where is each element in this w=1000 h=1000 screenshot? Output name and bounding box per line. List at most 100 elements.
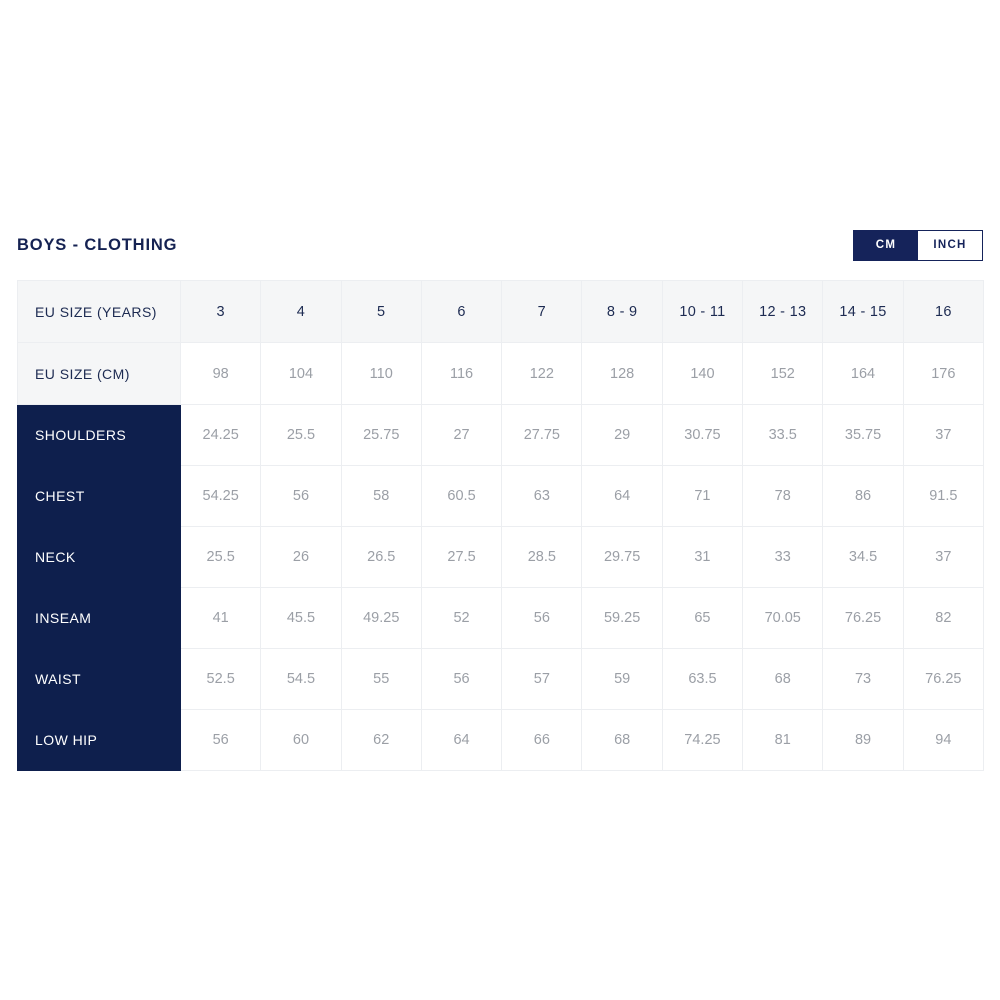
table-cell: 60.5	[420, 465, 503, 527]
table-cell: 94	[902, 709, 984, 771]
table-row: CHEST 54.25 56 58 60.5 63 64 71 78 86 91…	[17, 465, 984, 527]
table-cell: 25.75	[340, 404, 422, 466]
table-cell: 98	[179, 342, 262, 405]
row-label-neck: NECK	[17, 526, 181, 588]
table-cell: 62	[340, 709, 422, 771]
table-cell: 24.25	[179, 404, 262, 466]
table-cell: 57	[501, 648, 583, 710]
table-cell: 82	[902, 587, 984, 649]
table-row: LOW HIP 56 60 62 64 66 68 74.25 81 89 94	[17, 709, 984, 771]
table-cell: 41	[179, 587, 262, 649]
table-cell: 30.75	[661, 404, 744, 466]
table-cell: 128	[581, 342, 663, 405]
table-cell: 65	[661, 587, 744, 649]
table-cell: 66	[501, 709, 583, 771]
row-label-eu-size-years: EU SIZE (YEARS)	[17, 280, 181, 343]
table-cell: 176	[902, 342, 984, 405]
table-cell: 116	[420, 342, 503, 405]
table-cell: 33	[742, 526, 824, 588]
table-cell: 4	[260, 280, 342, 343]
chart-header: BOYS - CLOTHING CM INCH	[17, 222, 983, 268]
table-cell: 58	[340, 465, 422, 527]
table-cell: 152	[742, 342, 824, 405]
table-cell: 10 - 11	[661, 280, 744, 343]
table-cell: 12 - 13	[742, 280, 824, 343]
table-cell: 63	[501, 465, 583, 527]
table-cell: 76.25	[902, 648, 984, 710]
table-cell: 110	[340, 342, 422, 405]
table-row: NECK 25.5 26 26.5 27.5 28.5 29.75 31 33 …	[17, 526, 984, 588]
table-cell: 86	[822, 465, 904, 527]
table-cell: 37	[902, 526, 984, 588]
unit-toggle[interactable]: CM INCH	[853, 229, 983, 261]
table-cell: 59.25	[581, 587, 663, 649]
table-cell: 28.5	[501, 526, 583, 588]
table-cell: 49.25	[340, 587, 422, 649]
table-cell: 104	[260, 342, 342, 405]
table-cell: 35.75	[822, 404, 904, 466]
table-cell: 52.5	[179, 648, 262, 710]
table-cell: 25.5	[179, 526, 262, 588]
size-table-container: EU SIZE (YEARS) 3 4 5 6 7 8 - 9 10 - 11 …	[17, 280, 984, 771]
row-label-waist: WAIST	[17, 648, 181, 710]
table-cell: 54.5	[260, 648, 342, 710]
table-cell: 14 - 15	[822, 280, 904, 343]
table-cell: 63.5	[661, 648, 744, 710]
table-cell: 34.5	[822, 526, 904, 588]
table-cell: 27.75	[501, 404, 583, 466]
table-cell: 6	[420, 280, 503, 343]
table-header-row-cm: EU SIZE (CM) 98 104 110 116 122 128 140 …	[17, 342, 984, 405]
table-cell: 16	[902, 280, 984, 343]
table-row: INSEAM 41 45.5 49.25 52 56 59.25 65 70.0…	[17, 587, 984, 649]
table-cell: 52	[420, 587, 503, 649]
table-cell: 64	[581, 465, 663, 527]
table-cell: 29	[581, 404, 663, 466]
table-header-row-years: EU SIZE (YEARS) 3 4 5 6 7 8 - 9 10 - 11 …	[17, 280, 984, 343]
table-cell: 56	[420, 648, 503, 710]
page-title: BOYS - CLOTHING	[17, 235, 178, 254]
table-cell: 91.5	[902, 465, 984, 527]
row-label-shoulders: SHOULDERS	[17, 404, 181, 466]
table-cell: 81	[742, 709, 824, 771]
table-cell: 140	[661, 342, 744, 405]
table-cell: 26.5	[340, 526, 422, 588]
row-label-low-hip: LOW HIP	[17, 709, 181, 771]
table-cell: 55	[340, 648, 422, 710]
table-row: WAIST 52.5 54.5 55 56 57 59 63.5 68 73 7…	[17, 648, 984, 710]
table-cell: 33.5	[742, 404, 824, 466]
table-cell: 37	[902, 404, 984, 466]
table-cell: 68	[742, 648, 824, 710]
table-cell: 70.05	[742, 587, 824, 649]
table-cell: 74.25	[661, 709, 744, 771]
table-cell: 73	[822, 648, 904, 710]
table-cell: 71	[661, 465, 744, 527]
table-row: SHOULDERS 24.25 25.5 25.75 27 27.75 29 3…	[17, 404, 984, 466]
table-cell: 27	[420, 404, 503, 466]
table-cell: 122	[501, 342, 583, 405]
table-cell: 76.25	[822, 587, 904, 649]
table-cell: 27.5	[420, 526, 503, 588]
table-cell: 8 - 9	[581, 280, 663, 343]
table-cell: 3	[179, 280, 262, 343]
table-cell: 68	[581, 709, 663, 771]
row-label-chest: CHEST	[17, 465, 181, 527]
table-cell: 64	[420, 709, 503, 771]
unit-toggle-inch-button[interactable]: INCH	[918, 230, 982, 260]
table-cell: 56	[179, 709, 262, 771]
table-cell: 31	[661, 526, 744, 588]
table-cell: 60	[260, 709, 342, 771]
table-cell: 54.25	[179, 465, 262, 527]
table-cell: 164	[822, 342, 904, 405]
table-cell: 25.5	[260, 404, 342, 466]
table-cell: 78	[742, 465, 824, 527]
table-cell: 5	[340, 280, 422, 343]
table-cell: 89	[822, 709, 904, 771]
size-chart-table: EU SIZE (YEARS) 3 4 5 6 7 8 - 9 10 - 11 …	[17, 280, 984, 771]
row-label-inseam: INSEAM	[17, 587, 181, 649]
row-label-eu-size-cm: EU SIZE (CM)	[17, 342, 181, 405]
table-cell: 7	[501, 280, 583, 343]
table-cell: 45.5	[260, 587, 342, 649]
table-cell: 56	[260, 465, 342, 527]
table-cell: 29.75	[581, 526, 663, 588]
unit-toggle-cm-button[interactable]: CM	[854, 230, 918, 260]
